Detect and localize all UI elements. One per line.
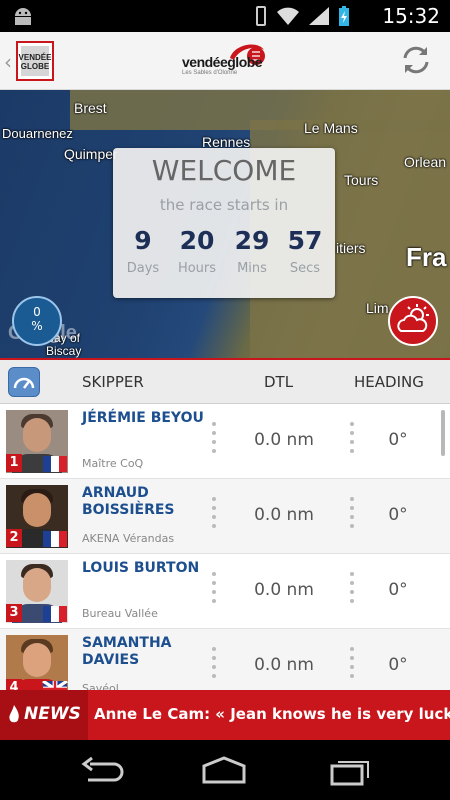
android-notification-icon: [15, 8, 31, 25]
table-row[interactable]: 3 LOUIS BURTON Bureau Vallée 0.0 nm 0°: [0, 554, 450, 629]
column-divider: [350, 647, 354, 687]
wifi-icon: [277, 7, 299, 25]
heading-value: 0°: [388, 655, 408, 675]
countdown-mins: 29 Mins: [227, 226, 277, 276]
flame-icon: [9, 705, 19, 723]
countdown-unit: Days: [126, 261, 160, 276]
column-dtl[interactable]: DTL: [264, 373, 293, 391]
ranking-header: SKIPPER DTL HEADING: [0, 360, 450, 404]
list-scrollbar[interactable]: [441, 410, 445, 456]
table-row[interactable]: 1 JÉRÉMIE BEYOU Maître CoQ 0.0 nm 0°: [0, 404, 450, 479]
table-row[interactable]: 2 ARNAUD BOISSIÈRES AKENA Vérandas 0.0 n…: [0, 479, 450, 554]
distance-to-leader: 0.0 nm: [254, 505, 314, 525]
recent-apps-icon[interactable]: [326, 754, 374, 786]
rank-badge: 3: [6, 604, 22, 622]
table-row[interactable]: 4 SAMANTHA DAVIES Savéol 0.0 nm 0°: [0, 629, 450, 690]
column-divider: [212, 572, 216, 612]
distance-to-leader: 0.0 nm: [254, 430, 314, 450]
back-icon[interactable]: [76, 754, 124, 786]
countdown-value: 57: [287, 226, 323, 255]
countdown-unit: Secs: [289, 261, 321, 276]
battery-icon: [339, 6, 349, 26]
action-bar: ‹ VENDÉE GLOBE vendéeglobe Les Sables d'…: [0, 32, 450, 90]
column-heading[interactable]: HEADING: [354, 373, 424, 391]
weather-icon: [397, 304, 429, 332]
column-divider: [212, 422, 216, 462]
skipper-name: ARNAUD BOISSIÈRES: [82, 485, 175, 518]
heading-value: 0°: [388, 430, 408, 450]
gauge-icon: [13, 377, 35, 389]
map-label: Tours: [344, 172, 379, 188]
map-label: Le Mans: [304, 120, 358, 136]
system-nav-bar: [0, 740, 450, 800]
rank-badge: 2: [6, 529, 22, 547]
logo-wordmark: vendéeglobe: [182, 54, 263, 70]
france-flag-icon: [43, 606, 67, 622]
boat-name: AKENA Vérandas: [82, 532, 175, 545]
column-skipper[interactable]: SKIPPER: [82, 373, 144, 391]
welcome-subtitle: the race starts in: [159, 196, 289, 214]
map-label: Douarnenez: [2, 126, 73, 141]
countdown-secs: 57 Secs: [280, 226, 330, 276]
skipper-name: LOUIS BURTON: [82, 560, 200, 576]
boat-name: Savéol: [82, 682, 119, 690]
distance-to-leader: 0.0 nm: [254, 655, 314, 675]
map-label: Brest: [74, 100, 107, 116]
map-label: Lim: [366, 300, 389, 316]
back-chevron-icon[interactable]: ‹: [4, 50, 12, 74]
skipper-name: SAMANTHA DAVIES: [82, 635, 172, 668]
france-flag-icon: [43, 531, 67, 547]
boat-name: Maître CoQ: [82, 457, 144, 470]
column-divider: [212, 497, 216, 537]
status-icons: [254, 5, 350, 27]
countdown-value: 20: [179, 226, 215, 255]
status-clock: 15:32: [382, 4, 440, 28]
countdown-value: 29: [234, 226, 270, 255]
boat-name: Bureau Vallée: [82, 607, 158, 620]
status-bar: 15:32: [0, 0, 450, 32]
skipper-name: JÉRÉMIE BEYOU: [82, 410, 204, 426]
race-progress-value: 0 %: [31, 305, 43, 333]
heading-value: 0°: [388, 505, 408, 525]
welcome-card: WELCOME the race starts in 9 Days 20 Hou…: [113, 148, 335, 298]
heading-value: 0°: [388, 580, 408, 600]
news-ticker[interactable]: NEWS Anne Le Cam: « Jean knows he is ver…: [0, 690, 450, 740]
welcome-title: WELCOME: [151, 154, 297, 187]
countdown-days: 9 Days: [118, 226, 168, 276]
column-divider: [350, 422, 354, 462]
vibrate-icon: [256, 6, 266, 26]
logo-subtitle: Les Sables d'Olonne: [182, 70, 238, 76]
app-home-button[interactable]: VENDÉE GLOBE: [16, 41, 54, 81]
uk-flag-icon: [42, 681, 68, 690]
vendee-globe-logo: vendéeglobe Les Sables d'Olonne: [180, 40, 270, 80]
race-progress-button[interactable]: 0 %: [12, 296, 62, 346]
rank-badge: 1: [6, 454, 22, 472]
rank-badge: 4: [6, 679, 22, 690]
race-map[interactable]: Brest Douarnenez Quimper Rennes Le Mans …: [0, 90, 450, 358]
refresh-icon[interactable]: [400, 44, 432, 76]
france-flag-icon: [43, 456, 67, 472]
news-label: NEWS: [24, 704, 81, 724]
map-label: Fra: [406, 242, 447, 272]
map-label: itiers: [336, 240, 366, 256]
news-headline[interactable]: Anne Le Cam: « Jean knows he is very luc…: [94, 705, 450, 723]
column-divider: [212, 647, 216, 687]
news-tag: NEWS: [0, 690, 88, 740]
countdown-value: 9: [134, 226, 152, 255]
distance-to-leader: 0.0 nm: [254, 580, 314, 600]
home-icon[interactable]: [200, 754, 248, 786]
column-divider: [350, 572, 354, 612]
ranking-list[interactable]: 1 JÉRÉMIE BEYOU Maître CoQ 0.0 nm 0° 2 A…: [0, 404, 450, 690]
map-label: Orlean: [404, 154, 447, 170]
countdown-hours: 20 Hours: [172, 226, 222, 276]
sort-toggle-button[interactable]: [8, 367, 40, 397]
column-divider: [350, 497, 354, 537]
countdown-unit: Mins: [237, 261, 267, 276]
countdown-unit: Hours: [177, 261, 217, 276]
map-label: Quimper: [64, 146, 118, 162]
weather-button[interactable]: [388, 296, 438, 346]
signal-icon: [309, 7, 329, 25]
app-badge-label: VENDÉE GLOBE: [18, 53, 52, 71]
